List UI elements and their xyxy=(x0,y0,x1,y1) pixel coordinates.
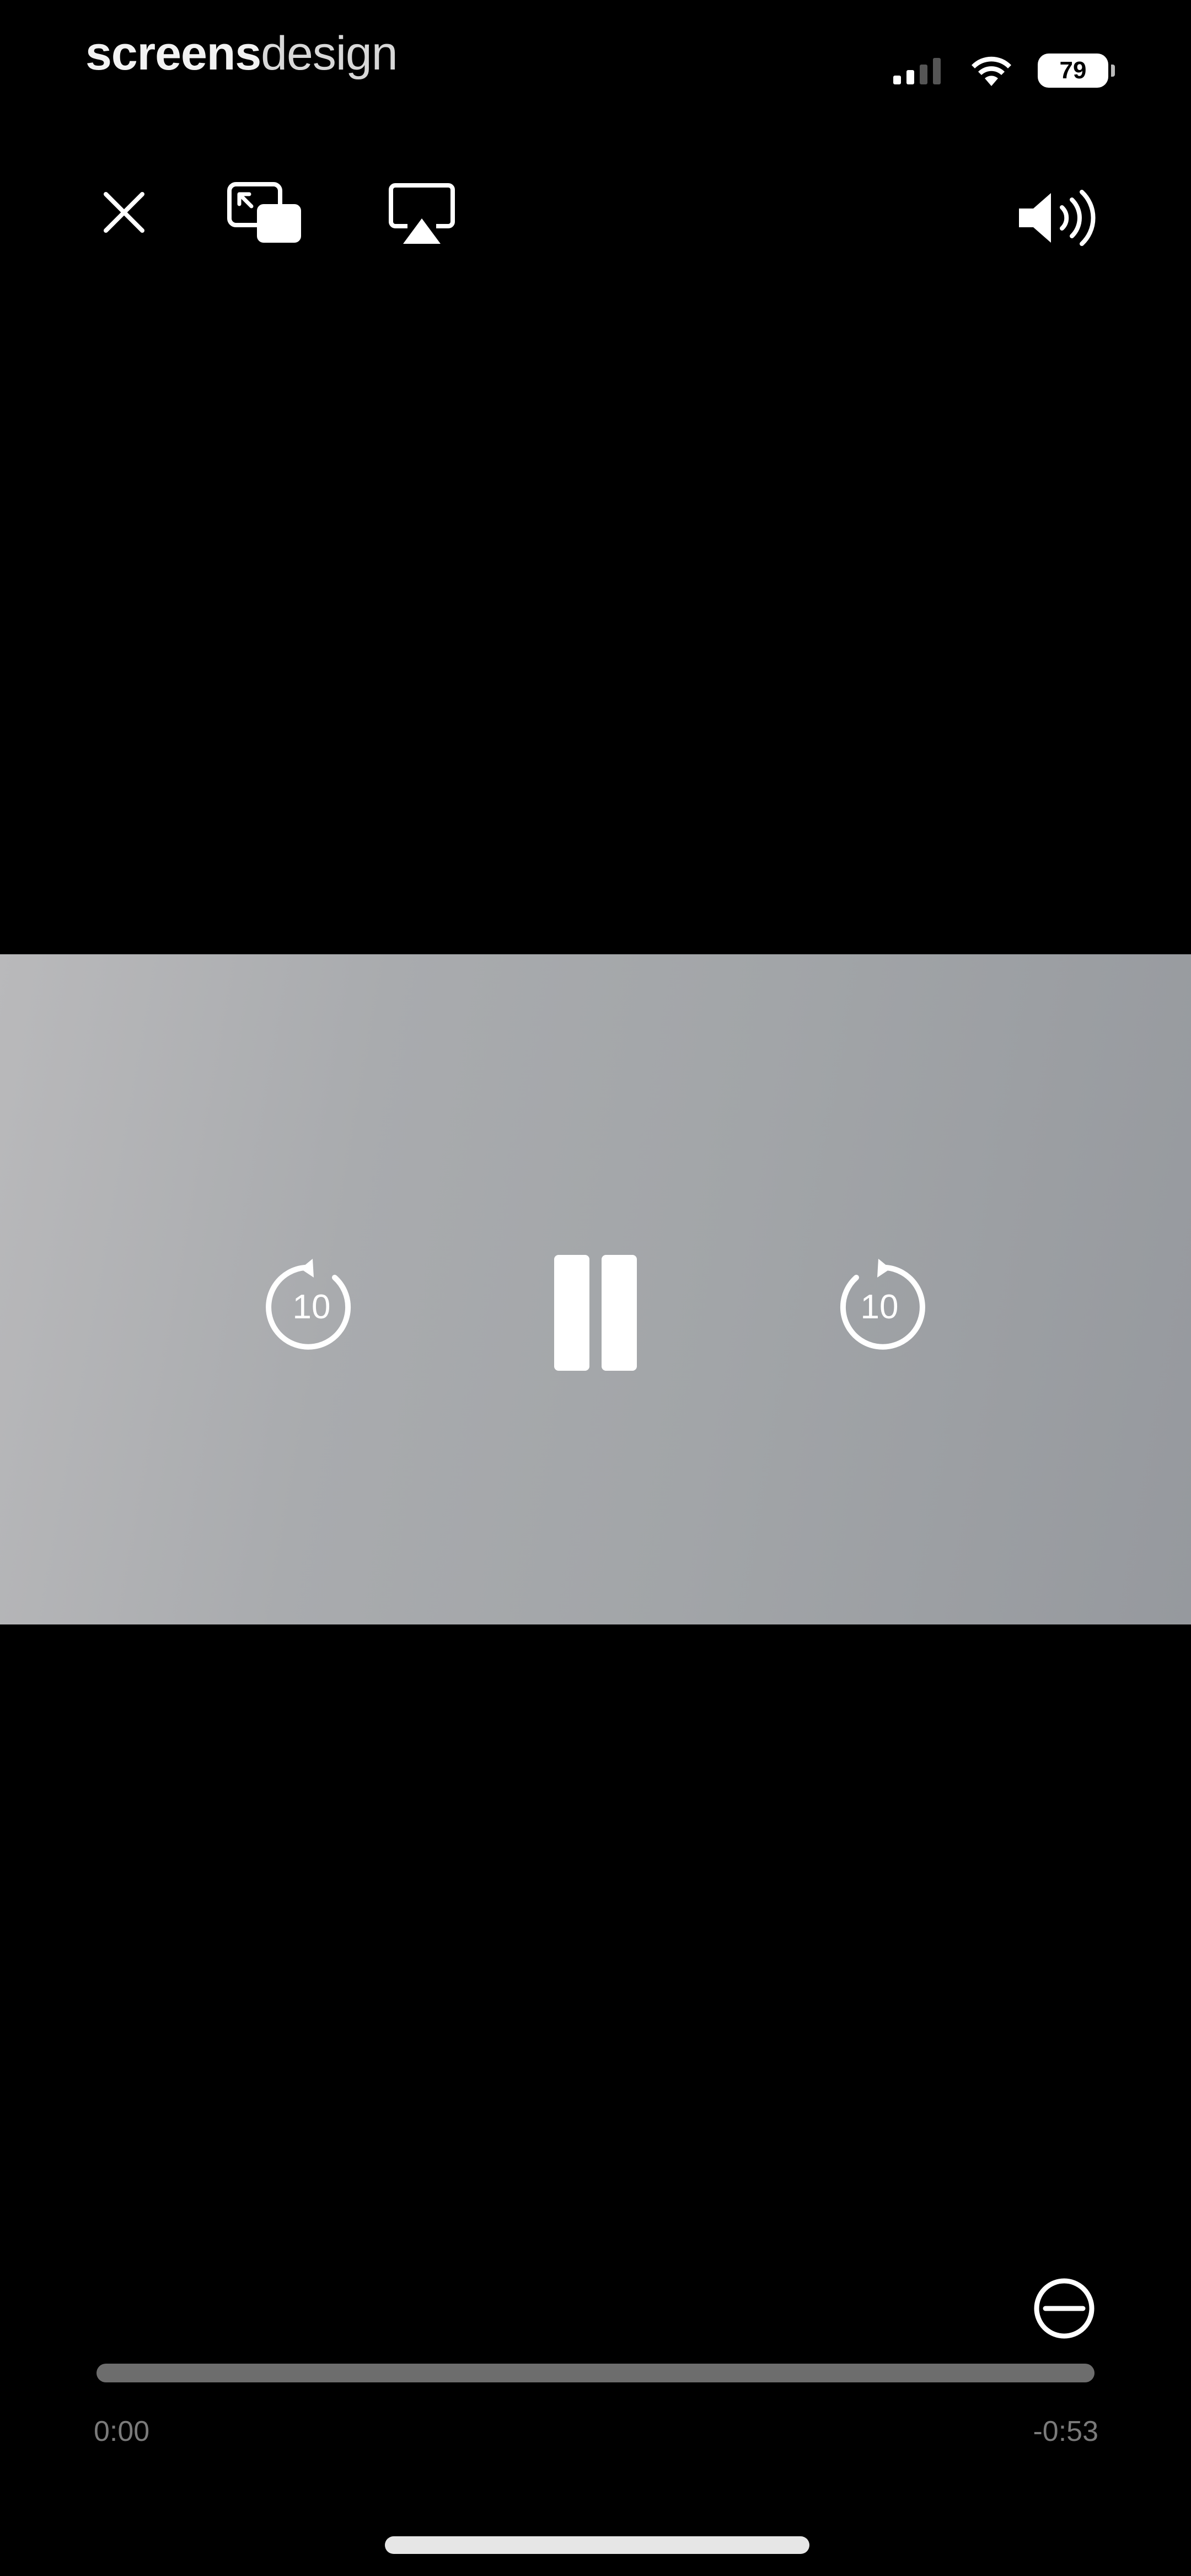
volume-button[interactable] xyxy=(1015,182,1097,254)
remaining-time: -0:53 xyxy=(1033,2415,1098,2447)
zoom-out-icon xyxy=(1034,2278,1095,2339)
wifi-icon xyxy=(972,56,1011,86)
rewind-10-label: 10 xyxy=(293,1288,331,1326)
forward-10-icon: 10 xyxy=(840,1259,925,1350)
video-frame[interactable]: 10 10 xyxy=(0,954,1191,1624)
forward-10-label: 10 xyxy=(861,1288,899,1326)
pause-button[interactable] xyxy=(540,1252,651,1373)
battery-indicator: 79 xyxy=(1038,54,1115,88)
forward-10-button[interactable]: 10 xyxy=(827,1255,932,1360)
brand-text-light: design xyxy=(261,27,398,80)
zoom-button[interactable] xyxy=(1031,2275,1097,2344)
elapsed-time: 0:00 xyxy=(94,2415,150,2447)
volume-icon xyxy=(1019,190,1096,246)
picture-in-picture-icon xyxy=(227,182,301,243)
pause-icon xyxy=(554,1255,637,1371)
picture-in-picture-button[interactable] xyxy=(223,180,306,246)
brand-text-bold: screens xyxy=(85,27,261,80)
airplay-icon xyxy=(389,183,455,244)
airplay-button[interactable] xyxy=(386,182,458,248)
playback-scrubber[interactable] xyxy=(96,2364,1095,2382)
cellular-signal-icon xyxy=(893,57,941,84)
close-icon xyxy=(104,192,144,233)
status-bar-indicators: 79 xyxy=(893,49,1115,93)
rewind-10-button[interactable]: 10 xyxy=(259,1255,364,1360)
video-player-screen: screensdesign 79 10 10 0:00 -0:53 xyxy=(0,0,1191,2576)
close-button[interactable] xyxy=(94,182,154,243)
brand-watermark: screensdesign xyxy=(85,26,398,81)
battery-level: 79 xyxy=(1059,57,1087,84)
rewind-10-icon: 10 xyxy=(266,1259,351,1350)
home-indicator[interactable] xyxy=(385,2536,809,2554)
